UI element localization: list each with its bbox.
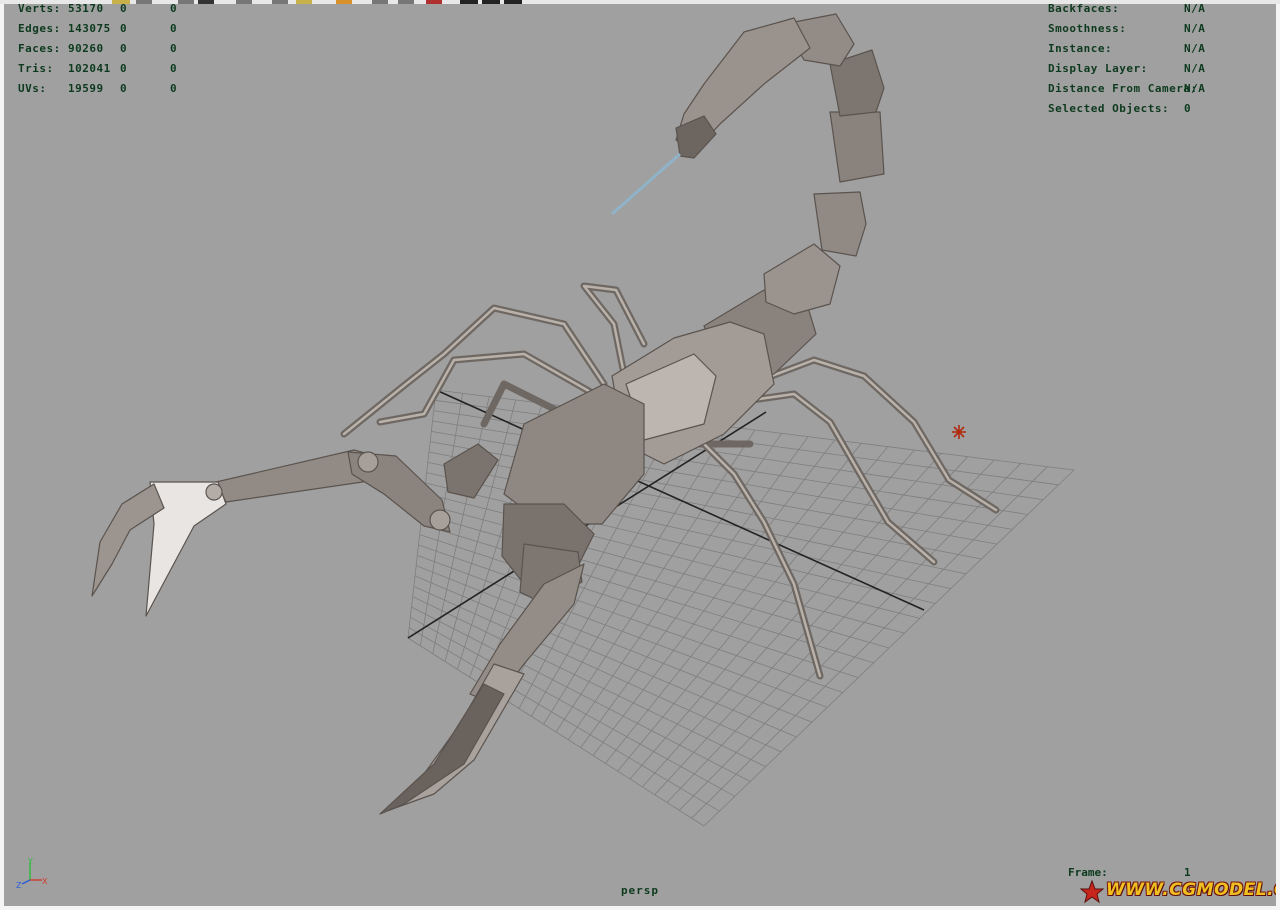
hud-stat-selected: 0 <box>120 62 128 75</box>
hud-stat-label: Verts: <box>18 4 61 15</box>
hud-detail-label: Smoothness: <box>1048 22 1127 35</box>
hud-stat-components: 0 <box>170 42 178 55</box>
hud-detail-row: Distance From Camera: N/A <box>1048 79 1268 99</box>
hud-stat-row: Tris: 102041 0 0 <box>18 59 218 79</box>
hud-detail-label: Instance: <box>1048 42 1113 55</box>
grid-line <box>419 534 859 679</box>
hud-stat-total: 53170 <box>68 4 104 15</box>
hud-detail-row: Backfaces: N/A <box>1048 4 1268 19</box>
tail-segment <box>813 191 867 257</box>
hud-detail-value: N/A <box>1184 62 1206 75</box>
hud-stat-total: 90260 <box>68 42 104 55</box>
hud-stat-label: Tris: <box>18 62 54 75</box>
hud-detail-value: N/A <box>1184 22 1206 35</box>
star-icon <box>1080 880 1104 904</box>
hud-detail-value: N/A <box>1184 4 1206 15</box>
grid-line <box>654 456 968 795</box>
hud-detail-label: Backfaces: <box>1048 4 1120 15</box>
grid-line <box>605 443 862 764</box>
hud-detail-row: Selected Objects: 0 <box>1048 99 1268 119</box>
hud-detail-label: Selected Objects: <box>1048 102 1170 115</box>
hud-detail-label: Distance From Camera: <box>1048 82 1198 95</box>
claw-left[interactable] <box>91 443 499 617</box>
hud-stat-total: 102041 <box>68 62 111 75</box>
hud-stat-selected: 0 <box>120 22 128 35</box>
hud-detail-value: N/A <box>1184 82 1206 95</box>
hud-detail-row: Smoothness: N/A <box>1048 19 1268 39</box>
poly-count-hud: Verts: 53170 0 0 Edges: 143075 0 0 Faces: 90260 0 0… <box>18 4 218 99</box>
hud-stat-row: Verts: 53170 0 0 <box>18 4 218 19</box>
tail-segment <box>763 243 841 315</box>
hud-stat-components: 0 <box>170 82 178 95</box>
ground-grid <box>407 389 1075 827</box>
hud-stat-row: Edges: 143075 0 0 <box>18 19 218 39</box>
grid-line <box>421 513 890 649</box>
watermark-text: WWW.CGMODEL.CN <box>1106 880 1276 900</box>
grid-line <box>617 446 889 772</box>
hud-stat-label: UVs: <box>18 82 47 95</box>
hud-stat-components: 0 <box>170 62 178 75</box>
grid-line <box>408 627 720 812</box>
scene-canvas[interactable] <box>4 4 1276 906</box>
hud-stat-row: UVs: 19599 0 0 <box>18 79 218 99</box>
axis-y-label: Y <box>27 857 33 866</box>
hud-stat-total: 143075 <box>68 22 111 35</box>
hud-stat-components: 0 <box>170 4 178 15</box>
hud-detail-label: Display Layer: <box>1048 62 1148 75</box>
grid-line <box>407 637 705 827</box>
persp-viewport[interactable]: Verts: 53170 0 0 Edges: 143075 0 0 Faces: 90260 0 0… <box>4 4 1276 906</box>
stinger-needle <box>611 152 681 216</box>
grid-line <box>679 463 1022 811</box>
hud-stat-selected: 0 <box>120 4 128 15</box>
grid-line <box>691 466 1048 819</box>
hud-stat-total: 19599 <box>68 82 104 95</box>
watermark: WWW.CGMODEL.CN <box>1078 876 1276 906</box>
hud-stat-selected: 0 <box>120 82 128 95</box>
hud-stat-label: Edges: <box>18 22 61 35</box>
hud-detail-value: N/A <box>1184 42 1206 55</box>
hud-stat-components: 0 <box>170 22 178 35</box>
hud-detail-row: Instance: N/A <box>1048 39 1268 59</box>
hud-stat-row: Faces: 90260 0 0 <box>18 39 218 59</box>
hud-detail-value: 0 <box>1184 102 1192 115</box>
tail-segment <box>829 111 885 183</box>
tail[interactable] <box>611 13 885 375</box>
hud-stat-selected: 0 <box>120 42 128 55</box>
hud-detail-row: Display Layer: N/A <box>1048 59 1268 79</box>
hud-stat-label: Faces: <box>18 42 61 55</box>
object-details-hud: Backfaces: N/A Smoothness: N/A Instance: N/A D… <box>1048 4 1268 119</box>
point-light-icon[interactable] <box>952 425 966 439</box>
